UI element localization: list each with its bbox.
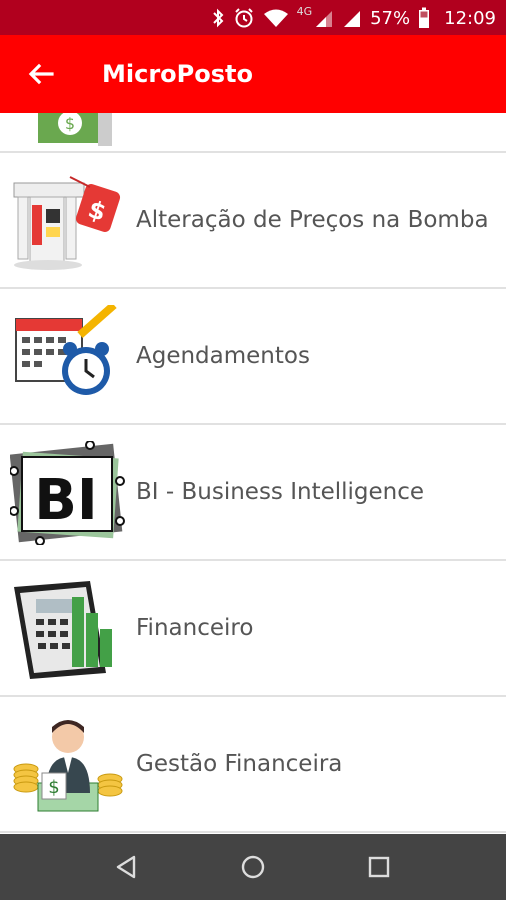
business-intelligence-icon: BI (10, 441, 125, 545)
calculator-chart-icon (14, 581, 112, 679)
menu-item-label: Financeiro (136, 615, 254, 641)
partial-list-item[interactable]: $ (0, 113, 506, 153)
clock: 12:09 (444, 7, 496, 29)
battery-icon (419, 7, 430, 28)
menu-item-label: Alteração de Preços na Bomba (136, 207, 489, 233)
svg-text:$: $ (48, 777, 59, 798)
menu-item-label: Gestão Financeira (136, 751, 343, 777)
money-icon: $ (38, 113, 112, 146)
bluetooth-icon (212, 8, 223, 28)
menu-item-agendamentos[interactable]: Agendamentos (0, 289, 506, 425)
network-type: 4G (296, 4, 313, 18)
menu-list[interactable]: $ $ Alteração de Preços na Bomba Agendam… (0, 113, 506, 834)
back-arrow-icon[interactable] (24, 57, 58, 91)
battery-percent: 57% (370, 7, 411, 29)
app-bar: MicroPosto (0, 35, 506, 113)
menu-item-bi[interactable]: BI BI - Business Intelligence (0, 425, 506, 561)
signal-icon-2 (344, 11, 361, 27)
menu-item-financeiro[interactable]: Financeiro (0, 561, 506, 697)
svg-text:BI: BI (34, 468, 98, 533)
businessman-money-icon: $ (13, 720, 123, 812)
signal-icon (316, 11, 333, 27)
svg-text:$: $ (65, 114, 75, 133)
gas-pump-price-icon: $ (13, 176, 121, 270)
menu-item-alteracao-precos[interactable]: $ Alteração de Preços na Bomba (0, 153, 506, 289)
system-nav-bar (0, 834, 506, 900)
menu-item-gestao-financeira[interactable]: $ Gestão Financeira (0, 697, 506, 833)
status-bar: 4G 57% 12:09 (0, 0, 506, 35)
alarm-icon (234, 8, 253, 28)
app-title: MicroPosto (102, 60, 253, 88)
menu-item-label: Agendamentos (136, 343, 310, 369)
menu-item-label: BI - Business Intelligence (136, 479, 425, 505)
nav-home-icon[interactable] (238, 852, 268, 882)
nav-recents-icon[interactable] (364, 852, 394, 882)
wifi-icon (263, 9, 288, 27)
nav-back-icon[interactable] (112, 852, 142, 882)
calendar-clock-icon (15, 305, 117, 395)
